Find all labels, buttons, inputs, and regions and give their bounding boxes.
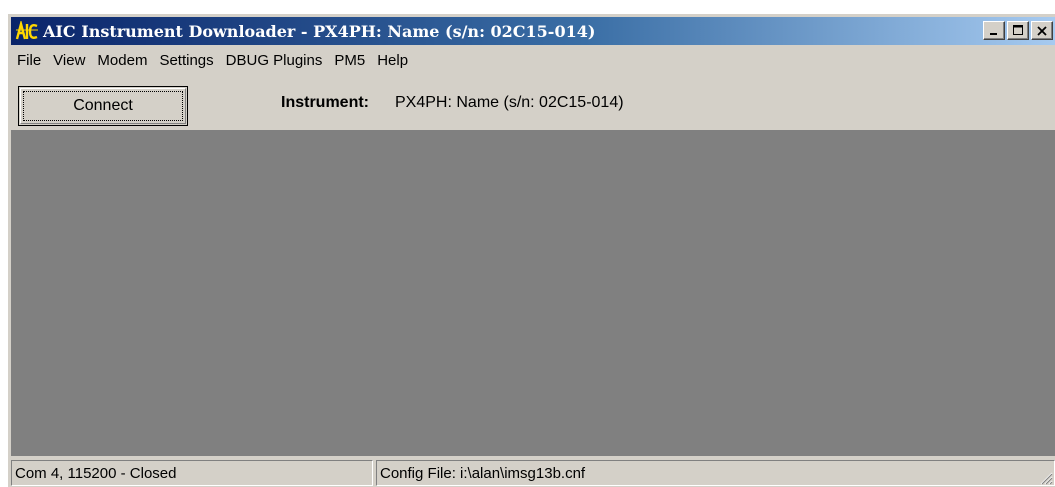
client-area	[11, 130, 1055, 456]
connect-button[interactable]: Connect	[18, 86, 188, 126]
minimize-button[interactable]	[983, 21, 1005, 40]
window-title: AIC Instrument Downloader - PX4PH: Name …	[43, 21, 596, 41]
connect-button-label: Connect	[73, 97, 133, 114]
minimize-icon	[990, 32, 997, 35]
resize-grip-icon[interactable]	[1037, 469, 1053, 485]
menu-help[interactable]: Help	[371, 52, 414, 69]
menu-view[interactable]: View	[47, 52, 91, 69]
menu-dbug-plugins[interactable]: DBUG Plugins	[220, 52, 329, 69]
toolbar: Connect Instrument: PX4PH: Name (s/n: 02…	[11, 76, 1055, 130]
config-file-pane: Config File: i:\alan\imsg13b.cnf	[376, 460, 1055, 486]
maximize-button[interactable]	[1007, 21, 1029, 40]
window-controls	[983, 21, 1053, 40]
title-bar[interactable]: AIC Instrument Downloader - PX4PH: Name …	[11, 17, 1055, 45]
menu-modem[interactable]: Modem	[91, 52, 153, 69]
instrument-value: PX4PH: Name (s/n: 02C15-014)	[395, 94, 624, 111]
instrument-label: Instrument:	[281, 94, 369, 111]
menu-pm5[interactable]: PM5	[328, 52, 371, 69]
config-file: Config File: i:\alan\imsg13b.cnf	[380, 464, 586, 482]
menu-file[interactable]: File	[11, 52, 47, 69]
port-status: Com 4, 115200 - Closed	[15, 464, 177, 482]
status-bar: Com 4, 115200 - Closed Config File: i:\a…	[11, 458, 1055, 487]
close-button[interactable]	[1031, 21, 1053, 40]
app-window: AIC Instrument Downloader - PX4PH: Name …	[8, 14, 1055, 487]
menu-settings[interactable]: Settings	[153, 52, 219, 69]
aic-logo-icon	[15, 21, 38, 40]
menu-bar: File View Modem Settings DBUG Plugins PM…	[11, 47, 1055, 73]
port-status-pane: Com 4, 115200 - Closed	[11, 460, 373, 486]
maximize-icon	[1012, 25, 1023, 35]
close-icon	[1037, 25, 1047, 36]
